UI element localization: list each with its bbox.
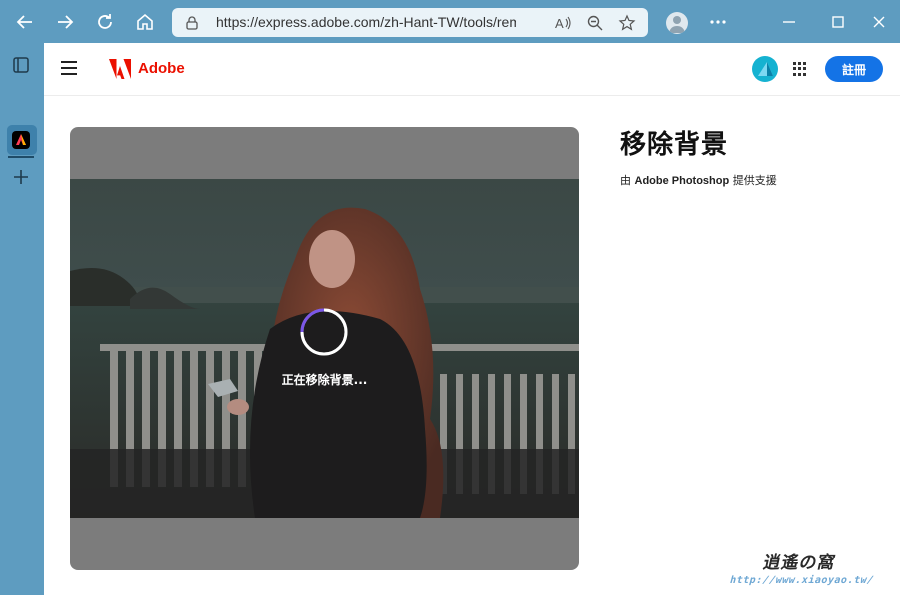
hamburger-icon[interactable] <box>61 61 77 75</box>
tab-panel-icon[interactable] <box>9 53 33 77</box>
zoom-icon[interactable] <box>586 14 604 32</box>
close-icon[interactable] <box>867 10 891 34</box>
svg-text:A: A <box>555 16 564 31</box>
back-arrow-icon[interactable] <box>9 6 41 38</box>
read-aloud-icon[interactable]: A <box>554 14 572 32</box>
adobe-logo-icon[interactable] <box>109 59 131 79</box>
attribution-text: 由 Adobe Photoshop 提供支援 <box>620 172 777 188</box>
watermark-url: http://www.xiaoyao.tw/ <box>728 575 875 586</box>
vertical-tab-rail <box>0 43 44 595</box>
address-url[interactable]: https://express.adobe.com/zh-Hant-TW/too… <box>216 14 516 30</box>
home-icon[interactable] <box>129 6 161 38</box>
app-header: Adobe 註冊 <box>44 43 900 96</box>
spinner-icon <box>300 308 348 356</box>
lock-icon[interactable] <box>184 15 200 31</box>
attribution-product: Adobe Photoshop <box>634 175 730 187</box>
profile-avatar[interactable] <box>666 12 688 34</box>
favorites-icon[interactable] <box>618 14 636 32</box>
minimize-icon[interactable] <box>777 10 801 34</box>
brand-name[interactable]: Adobe <box>138 60 185 77</box>
active-tab-indicator <box>8 156 34 158</box>
forward-arrow-icon[interactable] <box>49 6 81 38</box>
address-bar[interactable]: https://express.adobe.com/zh-Hant-TW/too… <box>172 8 648 37</box>
attribution-prefix: 由 <box>620 174 631 187</box>
browser-toolbar: https://express.adobe.com/zh-Hant-TW/too… <box>0 0 900 43</box>
new-tab-icon[interactable] <box>9 165 33 189</box>
page-title: 移除背景 <box>620 130 729 160</box>
watermark: 逍遙の窩 http://www.xiaoyao.tw/ <box>728 548 880 593</box>
signup-button[interactable]: 註冊 <box>825 56 883 82</box>
refresh-icon[interactable] <box>89 6 121 38</box>
maximize-icon[interactable] <box>826 10 850 34</box>
processing-status: 正在移除背景... <box>281 373 368 387</box>
watermark-title: 逍遙の窩 <box>761 553 838 573</box>
adobe-express-tab-icon[interactable] <box>9 128 33 152</box>
image-preview: 正在移除背景... <box>70 127 579 570</box>
attribution-suffix: 提供支援 <box>732 174 777 187</box>
apps-grid-icon[interactable] <box>793 62 807 76</box>
more-icon[interactable] <box>706 10 730 34</box>
user-avatar[interactable] <box>752 56 778 82</box>
